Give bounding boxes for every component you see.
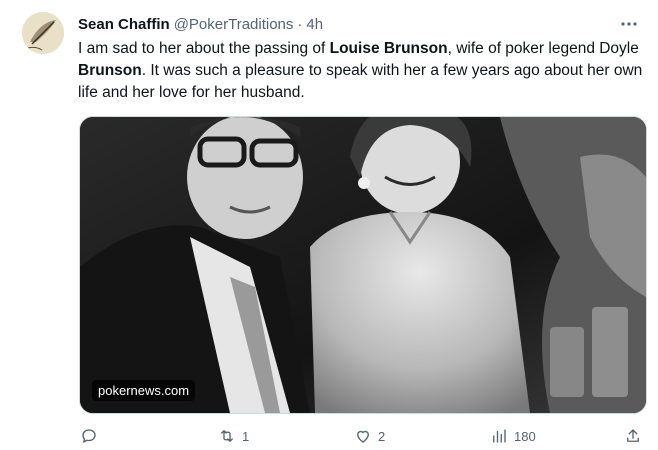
separator-dot: · (297, 15, 303, 33)
tweet-text-bold: Brunson (78, 62, 142, 79)
retweet-button[interactable]: 1 (218, 425, 249, 447)
retweet-icon (221, 430, 233, 442)
tweet-text-bold: Louise Brunson (329, 40, 448, 57)
retweet-count: 1 (242, 428, 250, 444)
views-button[interactable]: 180 (490, 425, 536, 447)
reply-icon (82, 429, 96, 443)
views-icon (493, 429, 506, 443)
tweet-text-part: , wife of poker legend Doyle (447, 40, 639, 57)
author-name[interactable]: Sean Chaffin (78, 16, 170, 33)
share-icon (627, 429, 639, 442)
like-count: 2 (378, 428, 386, 444)
reply-button[interactable] (80, 425, 104, 447)
quill-pen-icon (22, 12, 64, 54)
media-source-label: pokernews.com (92, 380, 196, 401)
author-handle[interactable]: @PokerTraditions (174, 16, 294, 33)
tweet-text-part: I am sad to her about the passing of (78, 40, 330, 57)
more-icon (621, 22, 637, 26)
tweet-text-part: . It was such a pleasure to speak with h… (78, 62, 643, 101)
more-button[interactable] (618, 14, 640, 34)
tweet-timestamp[interactable]: 4h (306, 16, 323, 33)
avatar[interactable] (22, 12, 64, 54)
photo-illustration (80, 117, 646, 413)
tweet-photo[interactable]: pokernews.com (79, 116, 647, 414)
tweet-text: I am sad to her about the passing of Lou… (78, 38, 643, 104)
share-button[interactable] (624, 425, 642, 447)
tweet-actions: 1 2 180 (78, 425, 648, 447)
like-button[interactable]: 2 (354, 425, 385, 447)
views-count: 180 (514, 428, 536, 444)
tweet-header: Sean Chaffin @PokerTraditions · 4h (78, 14, 638, 34)
heart-icon (357, 430, 369, 443)
